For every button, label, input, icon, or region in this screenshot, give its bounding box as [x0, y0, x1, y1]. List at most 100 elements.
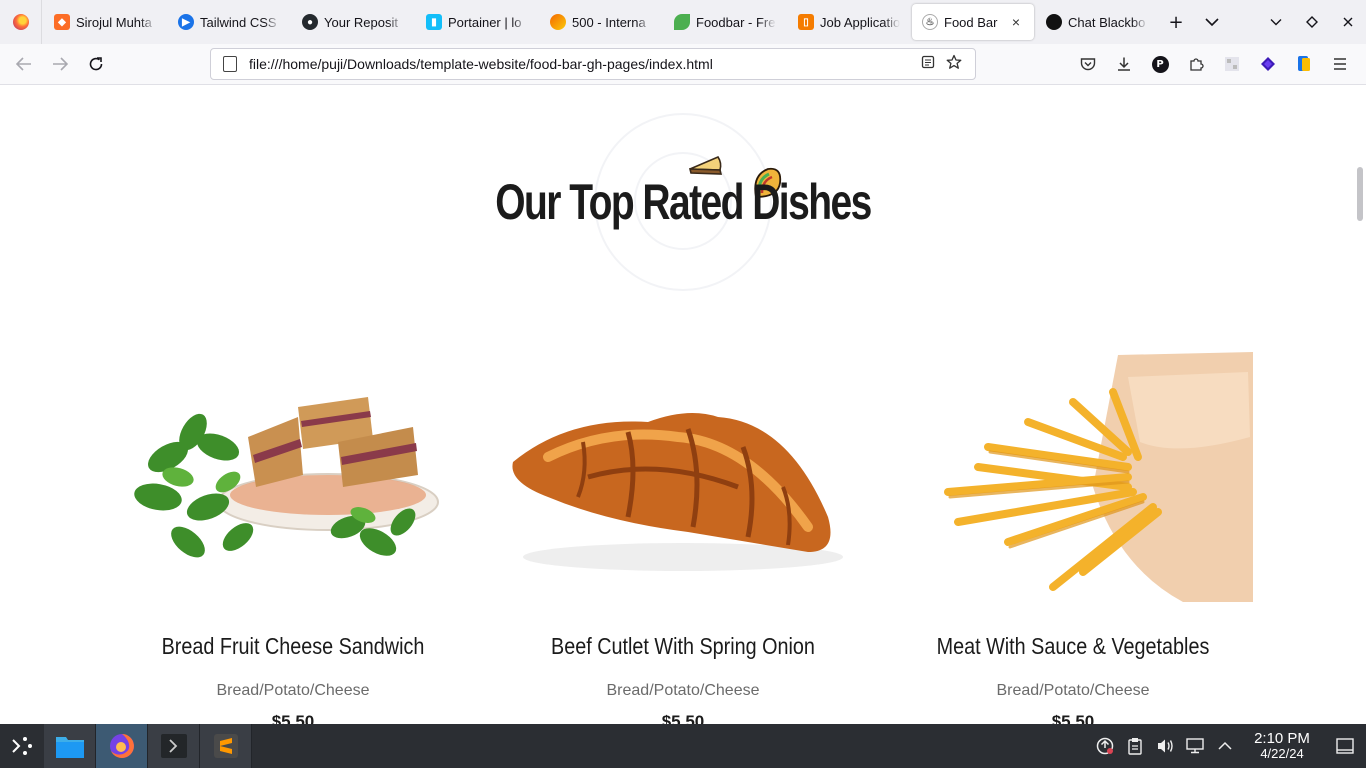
- taskbar-firefox[interactable]: [96, 724, 148, 768]
- chef-icon: ♨: [922, 14, 938, 30]
- french-fries-image: [944, 352, 1253, 602]
- dish-card[interactable]: Beef Cutlet With Spring Onion Bread/Pota…: [488, 347, 878, 724]
- clock-date: 4/22/24: [1260, 746, 1304, 762]
- launcher-icon: [12, 737, 32, 755]
- dish-image: [878, 347, 1268, 605]
- url-text[interactable]: file:///home/puji/Downloads/template-web…: [249, 56, 915, 72]
- chevron-down-icon: [1205, 18, 1219, 27]
- menu-hamburger-icon[interactable]: [1322, 48, 1358, 80]
- tab-food-bar[interactable]: ♨ Food Bar ×: [912, 4, 1034, 40]
- clock-time: 2:10 PM: [1254, 730, 1310, 748]
- folder-icon: [55, 737, 84, 758]
- tab-title: Food Bar: [944, 14, 998, 30]
- dish-price: $5.50: [1051, 712, 1095, 724]
- profile-p-icon[interactable]: P: [1142, 48, 1178, 80]
- grafana-icon: [550, 14, 566, 30]
- dish-name[interactable]: Beef Cutlet With Spring Onion: [515, 633, 850, 660]
- pocket-icon[interactable]: [1070, 48, 1106, 80]
- clipboard-icon[interactable]: [1120, 724, 1150, 768]
- dish-name[interactable]: Bread Fruit Cheese Sandwich: [125, 633, 460, 660]
- croissant-image: [512, 413, 843, 571]
- dish-price: $5.50: [661, 712, 705, 724]
- show-desktop-button[interactable]: [1324, 724, 1366, 768]
- system-tray: 2:10 PM 4/22/24: [1090, 724, 1366, 768]
- chevron-down-icon: [1270, 19, 1282, 26]
- leaf-icon: [674, 14, 690, 30]
- dish-ingredients: Bread/Potato/Cheese: [996, 682, 1150, 699]
- firefox-icon: [109, 734, 134, 758]
- tab-job-application[interactable]: ▯ Job Applicatio: [788, 4, 910, 40]
- tab-title: 500 - Interna: [572, 14, 646, 30]
- tab-500-error[interactable]: 500 - Interna: [540, 4, 662, 40]
- bookmark-star-icon[interactable]: [941, 54, 967, 74]
- dish-card[interactable]: Meat With Sauce & Vegetables Bread/Potat…: [878, 347, 1268, 724]
- reload-button[interactable]: [78, 48, 114, 80]
- doc-icon: ▯: [798, 14, 814, 30]
- tab-portainer[interactable]: ▮ Portainer | lo: [416, 4, 538, 40]
- terminal-icon: [160, 734, 187, 758]
- dish-image: [98, 347, 488, 605]
- scrollbar-thumb[interactable]: [1357, 167, 1363, 221]
- new-tab-button[interactable]: +: [1158, 4, 1194, 40]
- close-icon: [1343, 17, 1353, 27]
- firefox-icon: [12, 14, 29, 30]
- digital-clock[interactable]: 2:10 PM 4/22/24: [1240, 731, 1324, 760]
- fruit-bar-plate-image: [134, 397, 439, 558]
- list-all-tabs-button[interactable]: [1194, 4, 1230, 40]
- tab-title: Foodbar - Fre: [696, 14, 776, 30]
- arrow-right-icon: [53, 57, 68, 71]
- cube-extension-icon[interactable]: [1250, 48, 1286, 80]
- tab-title: Sirojul Muhta: [76, 14, 152, 30]
- tab-sirojul[interactable]: ◆ Sirojul Muhta: [44, 4, 166, 40]
- downloads-icon[interactable]: [1106, 48, 1142, 80]
- taskbar-file-manager[interactable]: [44, 724, 96, 768]
- github-icon: ●: [302, 14, 318, 30]
- maximize-button[interactable]: [1294, 4, 1330, 40]
- portainer-icon: ▮: [426, 14, 442, 30]
- tab-chat-blackbox[interactable]: Chat Blackbo: [1036, 4, 1158, 40]
- taskbar: 2:10 PM 4/22/24: [0, 724, 1366, 768]
- gitlab-icon: ◆: [54, 14, 70, 30]
- close-window-button[interactable]: [1330, 4, 1366, 40]
- address-bar[interactable]: file:///home/puji/Downloads/template-web…: [210, 48, 976, 80]
- firefox-view-button[interactable]: [0, 0, 42, 44]
- diamond-icon: [1306, 16, 1318, 28]
- taskbar-terminal[interactable]: [148, 724, 200, 768]
- network-icon[interactable]: [1180, 724, 1210, 768]
- vertical-scrollbar[interactable]: [1354, 85, 1366, 724]
- volume-icon[interactable]: [1150, 724, 1180, 768]
- dish-price: $5.50: [271, 712, 315, 724]
- tab-title: Job Applicatio: [820, 14, 900, 30]
- application-launcher[interactable]: [0, 724, 44, 768]
- tab-strip: ◆ Sirojul Muhta ▶ Tailwind CSS ● Your Re…: [0, 0, 1366, 44]
- close-tab-icon[interactable]: ×: [1008, 14, 1024, 30]
- dish-image: [488, 347, 878, 605]
- arrow-left-icon: [16, 57, 31, 71]
- qr-extension-icon[interactable]: [1214, 48, 1250, 80]
- back-button[interactable]: [6, 48, 42, 80]
- page-viewport[interactable]: Our Top Rated Dishes Bread Fruit Cheese …: [0, 85, 1366, 724]
- blackbox-icon: [1046, 14, 1062, 30]
- dish-name[interactable]: Meat With Sauce & Vegetables: [905, 633, 1240, 660]
- update-notifier-icon[interactable]: [1090, 724, 1120, 768]
- sublime-text-icon: [213, 734, 238, 758]
- page-icon: [223, 56, 237, 72]
- extensions-icon[interactable]: [1178, 48, 1214, 80]
- reader-view-icon[interactable]: [915, 55, 941, 73]
- minimize-button[interactable]: [1258, 4, 1294, 40]
- play-icon: ▶: [178, 14, 194, 30]
- taskbar-sublime-text[interactable]: [200, 724, 252, 768]
- navigation-toolbar: file:///home/puji/Downloads/template-web…: [0, 44, 1366, 85]
- tray-expand-chevron-up-icon[interactable]: [1210, 724, 1240, 768]
- tab-repositories[interactable]: ● Your Reposit: [292, 4, 414, 40]
- dish-card[interactable]: Bread Fruit Cheese Sandwich Bread/Potato…: [98, 347, 488, 724]
- tab-foodbar-free[interactable]: Foodbar - Fre: [664, 4, 786, 40]
- forward-button[interactable]: [42, 48, 78, 80]
- dish-ingredients: Bread/Potato/Cheese: [606, 682, 760, 699]
- tab-tailwind[interactable]: ▶ Tailwind CSS: [168, 4, 290, 40]
- section-heading: Our Top Rated Dishes: [495, 174, 872, 230]
- mobile-extension-icon[interactable]: [1286, 48, 1322, 80]
- tab-title: Your Reposit: [324, 14, 398, 30]
- tab-title: Chat Blackbo: [1068, 14, 1146, 30]
- reload-icon: [89, 57, 103, 71]
